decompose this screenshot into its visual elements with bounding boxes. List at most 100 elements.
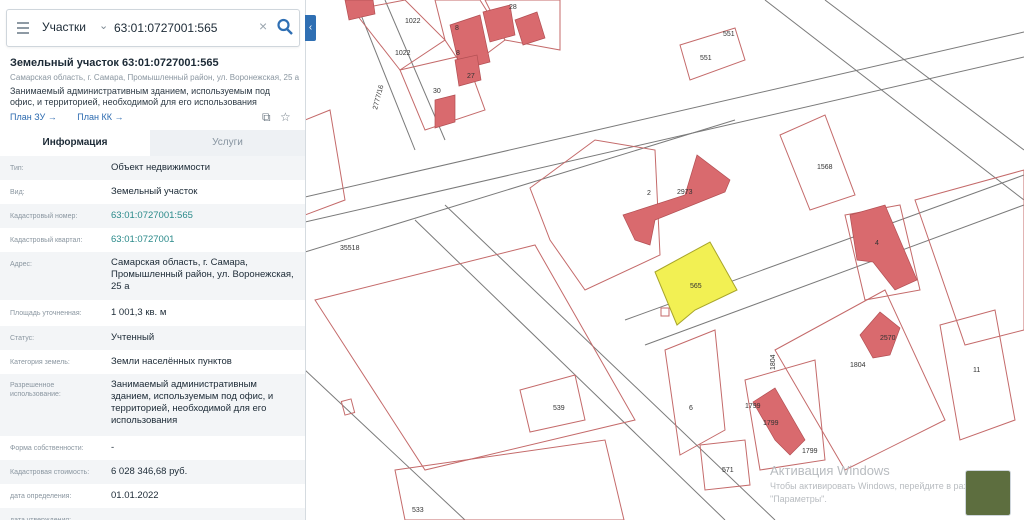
parcel-outline: [779, 114, 856, 211]
info-row-area: Площадь уточненная: 1 001,3 кв. м: [0, 300, 305, 326]
parcel-outline: [699, 439, 751, 491]
road-line: [824, 0, 1024, 151]
watermark-text: Чтобы активировать Windows, перейдите в …: [770, 481, 983, 491]
info-key: Разрешенное использование:: [10, 382, 61, 398]
map-label: 1799: [745, 403, 761, 410]
search-icon[interactable]: [276, 17, 294, 37]
map-label: 30: [433, 88, 441, 95]
info-row-land-category: Категория земель: Земли населённых пункт…: [0, 350, 305, 374]
info-panel: Участки ⌄ 63:01:0727001:565 × Земельный …: [0, 0, 306, 520]
parcel-outline: [914, 169, 1024, 346]
map-label: 11: [973, 367, 980, 374]
map-label: 1804: [770, 354, 777, 370]
info-value: 6 028 346,68 руб.: [111, 466, 188, 477]
map-label: 551: [700, 55, 712, 62]
info-row-permitted-use: Разрешенное использование: Занимаемый ад…: [0, 374, 305, 436]
map-label: 1022: [395, 50, 411, 57]
road-line: [764, 0, 1024, 201]
cadastral-quarter-link[interactable]: 63:01:0727001: [111, 234, 296, 246]
parcel-outline: [664, 329, 726, 456]
map-label: 27: [467, 73, 475, 80]
watermark-title: Активация Windows: [770, 463, 890, 478]
info-key: Статус:: [10, 335, 35, 342]
map-label: 2777/16: [372, 84, 385, 110]
info-key: Тип:: [10, 165, 24, 172]
map-label: 4: [875, 240, 879, 247]
building: [514, 11, 546, 46]
search-input[interactable]: 63:01:0727001:565: [114, 21, 217, 35]
parcel-outline: [394, 439, 625, 520]
map-label: 8: [456, 50, 460, 57]
info-key: Кадастровая стоимость:: [10, 469, 90, 476]
info-key: дата определения:: [10, 493, 72, 500]
map-label: 2570: [880, 335, 896, 342]
cadastral-map[interactable]: 1022 1022 8 8 28 27 30 551 551 2777/16 3…: [305, 0, 1024, 520]
plan-zu-link[interactable]: План ЗУ →: [10, 112, 57, 122]
info-row-approval-date: дата утверждения:: [0, 508, 305, 520]
map-label: 28: [509, 4, 517, 11]
building: [622, 154, 731, 246]
info-value: Объект недвижимости: [111, 162, 211, 173]
info-row-cadastral-quarter: Кадастровый квартал: 63:01:0727001: [0, 228, 305, 252]
info-key: Форма собственности:: [10, 445, 84, 452]
info-key: Адрес:: [10, 261, 32, 268]
map-label: 539: [553, 405, 565, 412]
info-key: Площадь уточненная:: [10, 310, 82, 317]
info-row-valuation-date: дата определения: 01.01.2022: [0, 484, 305, 508]
info-key: Вид:: [10, 189, 25, 196]
map-canvas[interactable]: 1022 1022 8 8 28 27 30 551 551 2777/16 3…: [305, 0, 1024, 520]
info-key: дата утверждения:: [10, 516, 105, 520]
info-row-address: Адрес: Самарская область, г. Самара, Про…: [0, 252, 305, 300]
layers-thumbnail[interactable]: [965, 470, 1011, 516]
parcel-outline: [939, 309, 1016, 441]
parcel-outline: [660, 307, 670, 317]
road-line: [305, 56, 1024, 223]
map-label: 1799: [802, 448, 818, 455]
map-label: 1804: [850, 362, 866, 369]
info-key: Кадастровый номер:: [10, 213, 78, 220]
collapse-panel-icon[interactable]: ‹: [305, 15, 316, 41]
road-line: [305, 31, 1024, 198]
cadastral-number-link[interactable]: 63:01:0727001:565: [111, 210, 296, 222]
map-label: 6: [689, 405, 693, 412]
road-line: [305, 119, 736, 253]
map-label: 2973: [677, 189, 693, 196]
map-label: 565: [690, 283, 702, 290]
info-row-kind: Вид: Земельный участок: [0, 180, 305, 204]
building: [752, 387, 806, 456]
map-label: 8: [455, 25, 459, 32]
info-value: Земли населённых пунктов: [111, 356, 232, 367]
tab-bar: Информация Услуги: [0, 130, 305, 157]
road-line: [305, 369, 466, 520]
plan-links: План ЗУ → План КК →: [10, 112, 141, 122]
star-icon[interactable]: ☆: [280, 110, 291, 124]
map-label: 551: [723, 31, 735, 38]
info-value: Земельный участок: [111, 186, 198, 197]
map-label: 1022: [405, 18, 421, 25]
map-label: 2: [647, 190, 651, 197]
menu-icon[interactable]: [17, 22, 29, 37]
info-key: Категория земель:: [10, 359, 70, 366]
tab-information[interactable]: Информация: [0, 130, 150, 156]
info-value: 01.01.2022: [111, 490, 159, 501]
object-address: Самарская область, г. Самара, Промышленн…: [10, 73, 300, 82]
parcel-outline: [305, 109, 346, 216]
plan-kk-link[interactable]: План КК →: [77, 112, 123, 122]
parcel-outline: [519, 374, 586, 433]
info-row-ownership: Форма собственности: -: [0, 436, 305, 460]
clear-icon[interactable]: ×: [259, 18, 267, 34]
info-row-cadastral-value: Кадастровая стоимость: 6 028 346,68 руб.: [0, 460, 305, 484]
info-row-status: Статус: Учтенный: [0, 326, 305, 350]
info-row-cadastral-number: Кадастровый номер: 63:01:0727001:565: [0, 204, 305, 228]
search-bar: Участки ⌄ 63:01:0727001:565 ×: [6, 9, 300, 47]
map-label: 571: [722, 467, 734, 474]
info-key: Кадастровый квартал:: [10, 237, 83, 244]
layer-select[interactable]: Участки: [42, 20, 86, 34]
map-label: 1799: [763, 420, 779, 427]
info-value: 1 001,3 кв. м: [111, 307, 167, 318]
map-label: 1568: [817, 164, 833, 171]
info-value: -: [111, 442, 115, 453]
tab-services[interactable]: Услуги: [150, 130, 305, 157]
copy-icon[interactable]: ⧉: [262, 110, 271, 125]
chevron-down-icon[interactable]: ⌄: [99, 19, 108, 32]
